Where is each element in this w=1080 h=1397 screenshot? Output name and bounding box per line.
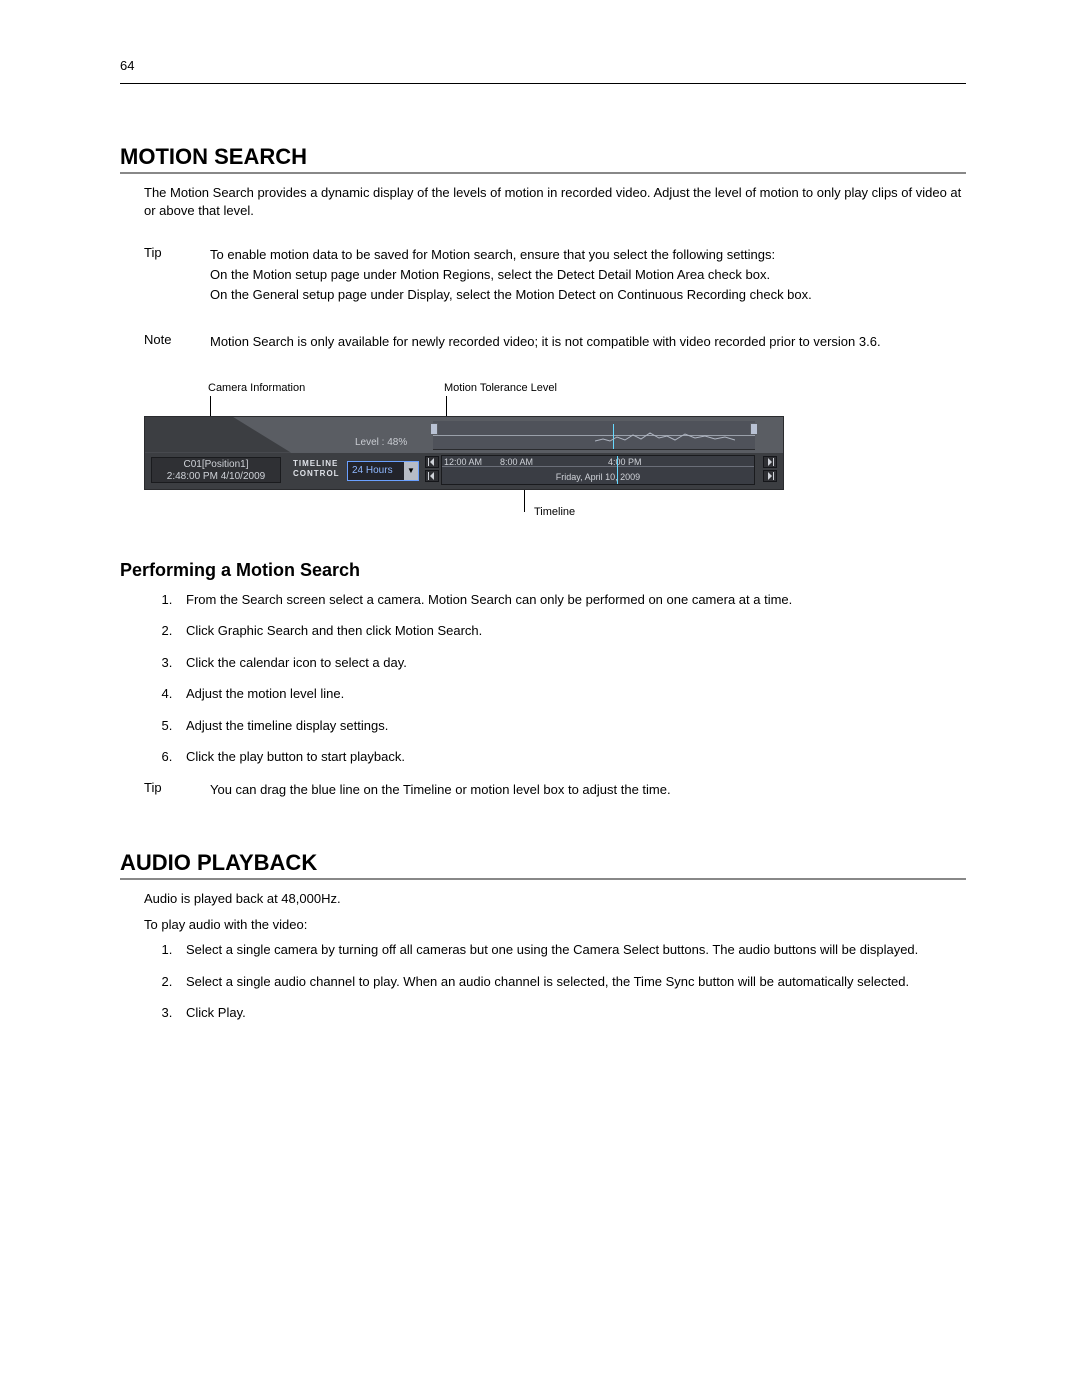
timeline[interactable]: 12:00 AM 8:00 AM 4:00 PM Friday, April 1…	[441, 455, 755, 485]
timeline-range-select[interactable]: 24 Hours ▼	[347, 461, 419, 481]
motion-search-intro: The Motion Search provides a dynamic dis…	[144, 184, 966, 219]
list-item: Click the play button to start playback.	[176, 748, 966, 766]
level-handle-right[interactable]	[750, 423, 758, 435]
seek-back-icon[interactable]	[425, 470, 439, 482]
tip-label: Tip	[144, 780, 210, 800]
note-body: Motion Search is only available for newl…	[210, 332, 966, 352]
audio-line1: Audio is played back at 48,000Hz.	[144, 890, 966, 908]
tip-line1: To enable motion data to be saved for Mo…	[210, 247, 775, 262]
callout-camera-info: Camera Information	[208, 382, 408, 394]
audio-playback-steps: Select a single camera by turning off al…	[144, 941, 966, 1022]
seek-forward-icon[interactable]	[763, 456, 777, 468]
list-item: Adjust the timeline display settings.	[176, 717, 966, 735]
list-item: Click the calendar icon to select a day.	[176, 654, 966, 672]
seek-back-icon[interactable]	[425, 456, 439, 468]
chevron-down-icon[interactable]: ▼	[404, 462, 418, 480]
timeline-tick-label: 8:00 AM	[500, 457, 533, 467]
motion-level-readout: Level : 48%	[355, 437, 407, 448]
callout-motion-level: Motion Tolerance Level	[444, 382, 557, 394]
callout-timeline: Timeline	[534, 506, 575, 518]
leader-line	[210, 396, 211, 416]
tip-body: You can drag the blue line on the Timeli…	[210, 780, 966, 800]
timeline-range-value: 24 Hours	[348, 465, 404, 476]
audio-line2: To play audio with the video:	[144, 916, 966, 934]
camera-info-box: C01[Position1] 2:48:00 PM 4/10/2009	[151, 457, 281, 483]
leader-line	[446, 396, 447, 416]
seek-buttons-right	[763, 455, 777, 483]
list-item: Select a single camera by turning off al…	[176, 941, 966, 959]
subheading-performing-motion-search: Performing a Motion Search	[120, 560, 966, 581]
list-item: From the Search screen select a camera. …	[176, 591, 966, 609]
motion-search-note: Note Motion Search is only available for…	[144, 332, 966, 352]
tip-body: To enable motion data to be saved for Mo…	[210, 245, 966, 305]
timeline-panel: Level : 48% C01[Position1] 2:48:00 PM 4/…	[144, 416, 784, 490]
list-item: Select a single audio channel to play. W…	[176, 973, 966, 991]
section-title-motion-search: MOTION SEARCH	[120, 144, 966, 174]
timeline-control-label: TIMELINECONTROL	[293, 459, 340, 479]
motion-search-steps: From the Search screen select a camera. …	[144, 591, 966, 766]
seek-buttons-left	[425, 455, 439, 483]
level-handle-left[interactable]	[430, 423, 438, 435]
timeline-tick-label: 12:00 AM	[444, 457, 482, 467]
header-rule	[120, 83, 966, 84]
motion-search-tip: Tip To enable motion data to be saved fo…	[144, 245, 966, 305]
motion-waveform	[595, 429, 735, 443]
tip-label: Tip	[144, 245, 210, 305]
list-item: Click Play.	[176, 1004, 966, 1022]
motion-level-track[interactable]	[433, 421, 755, 450]
seek-forward-icon[interactable]	[763, 470, 777, 482]
timeline-date-label: Friday, April 10, 2009	[442, 472, 754, 482]
section-title-audio-playback: AUDIO PLAYBACK	[120, 850, 966, 880]
note-label: Note	[144, 332, 210, 352]
leader-line	[524, 490, 525, 512]
timeline-tick-label: 4:00 PM	[608, 457, 642, 467]
list-item: Adjust the motion level line.	[176, 685, 966, 703]
page-number: 64	[120, 58, 966, 73]
motion-search-steps-tip: Tip You can drag the blue line on the Ti…	[144, 780, 966, 800]
motion-search-figure: Camera Information Motion Tolerance Leve…	[144, 382, 784, 516]
list-item: Click Graphic Search and then click Moti…	[176, 622, 966, 640]
